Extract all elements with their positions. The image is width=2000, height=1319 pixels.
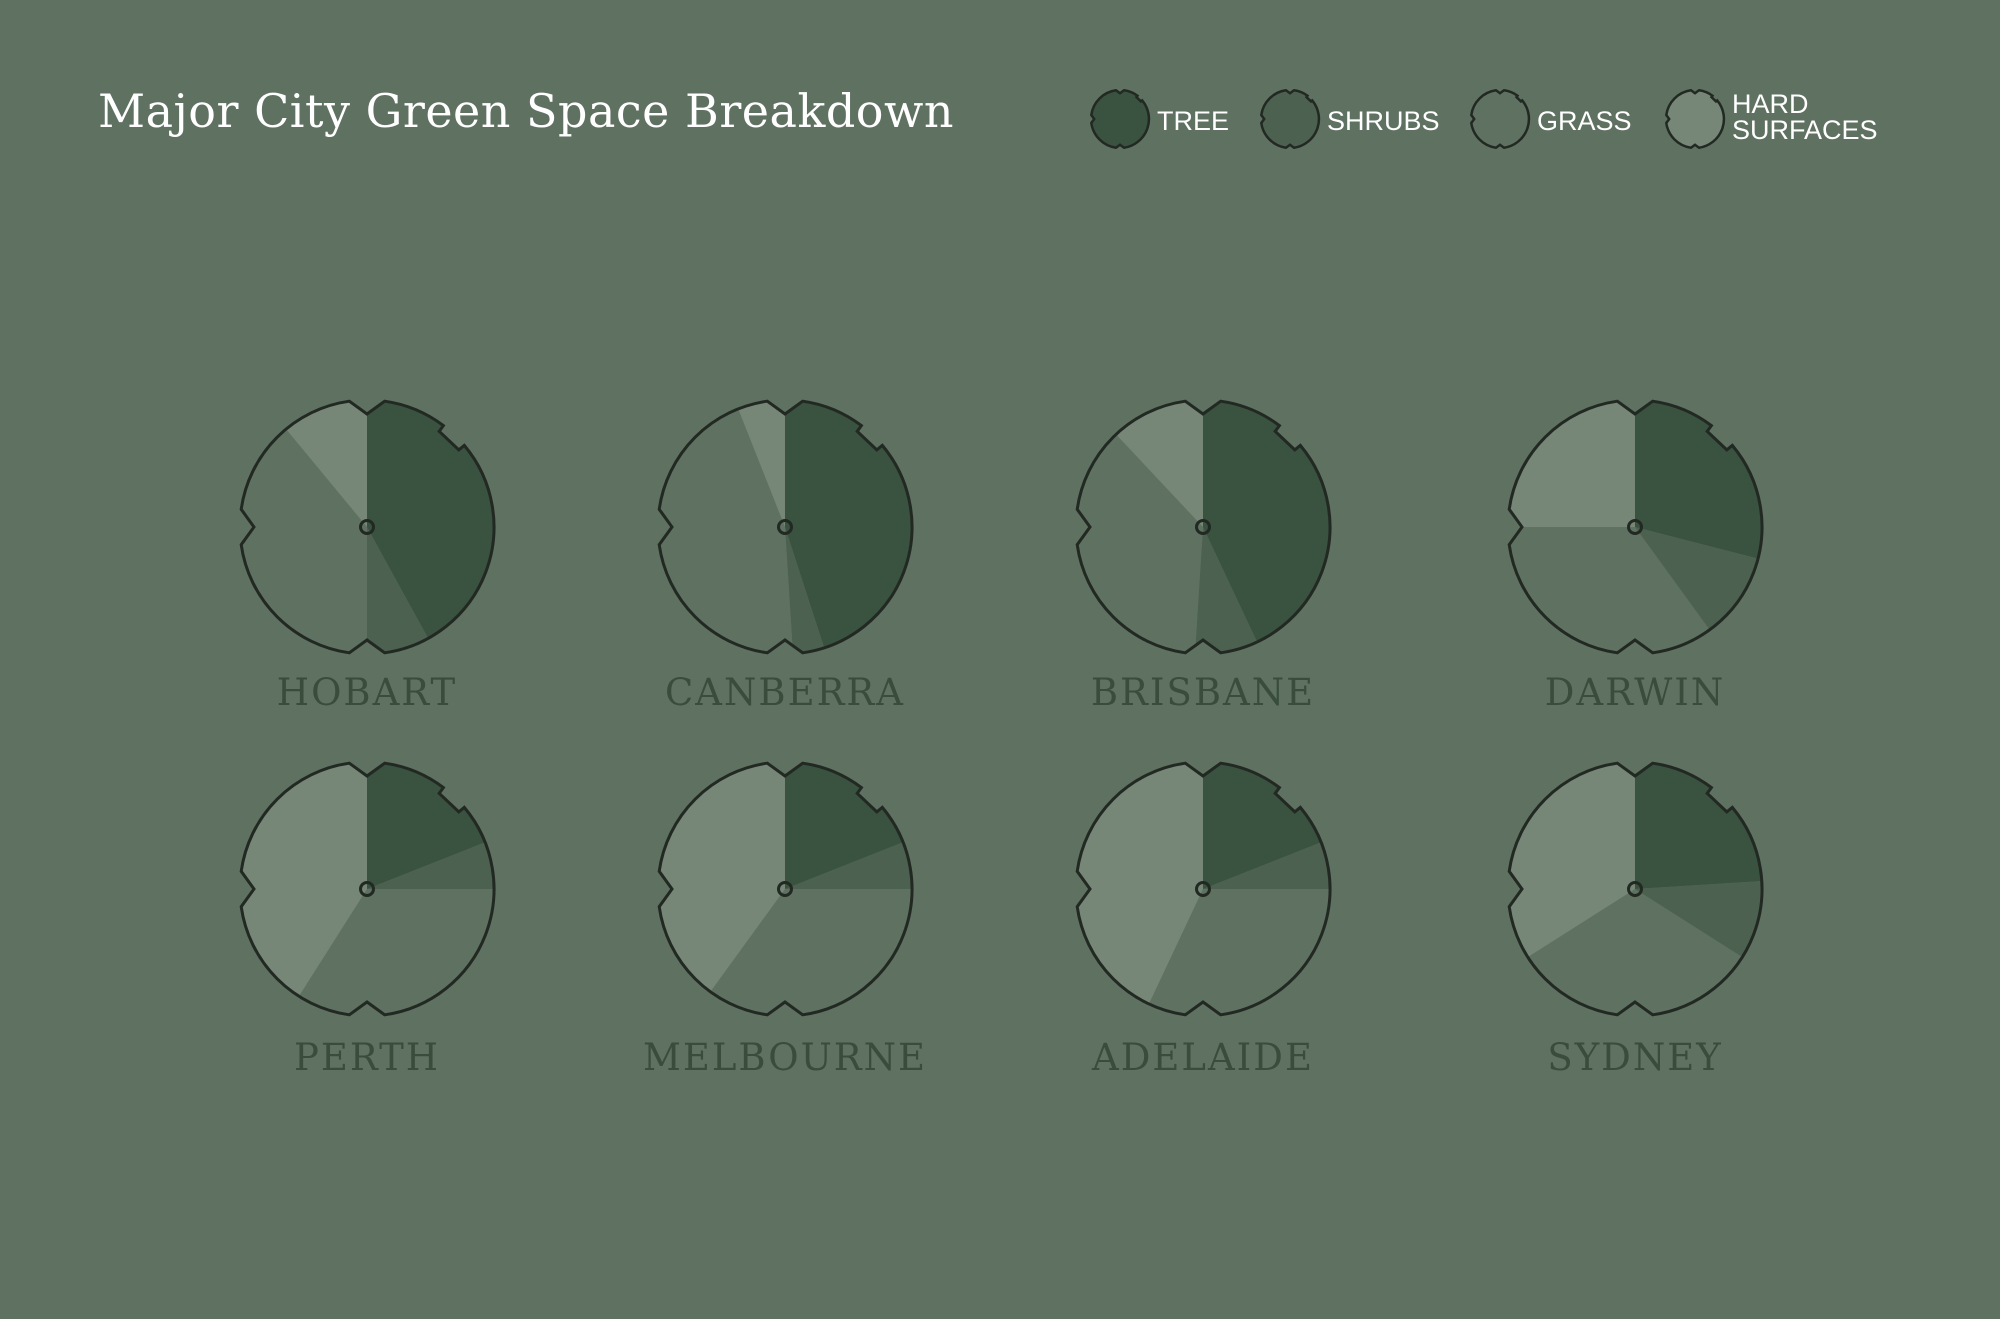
legend-item-tree: TREE	[1089, 88, 1229, 150]
city-label-perth: PERTH	[294, 1036, 440, 1079]
chart-canvas: TREE SHRUBS GRASS HARD SURFACES HOBART CANBER…	[239, 88, 1878, 1079]
pie-canberra	[657, 399, 914, 655]
legend-item-shrubs: SHRUBS	[1259, 88, 1440, 150]
city-label-melbourne: MELBOURNE	[643, 1036, 927, 1079]
pie-hobart	[239, 399, 496, 655]
legend-label: TREE	[1157, 106, 1229, 136]
pie-melbourne	[657, 761, 914, 1017]
pie-perth	[239, 761, 496, 1017]
city-label-brisbane: BRISBANE	[1091, 671, 1315, 714]
legend-label: SHRUBS	[1327, 106, 1440, 136]
pie-brisbane	[1075, 399, 1332, 655]
pie-darwin	[1507, 399, 1764, 655]
slice-hard-surfaces	[1509, 401, 1635, 527]
legend-item-hard-surfaces: HARD SURFACES	[1664, 88, 1878, 150]
slice-tree	[1635, 763, 1763, 889]
legend-item-grass: GRASS	[1469, 88, 1632, 150]
pie-grid: HOBART CANBERRA BRISBANE DARWIN PERTH MELBOUR…	[239, 399, 1764, 1079]
city-label-sydney: SYDNEY	[1547, 1036, 1722, 1079]
legend-label: HARD SURFACES	[1732, 89, 1878, 145]
city-label-hobart: HOBART	[277, 671, 457, 714]
city-label-adelaide: ADELAIDE	[1091, 1036, 1314, 1079]
city-label-canberra: CANBERRA	[665, 671, 905, 714]
pie-adelaide	[1075, 761, 1332, 1017]
pie-sydney	[1507, 761, 1764, 1017]
city-label-darwin: DARWIN	[1545, 671, 1725, 714]
legend: TREE SHRUBS GRASS HARD SURFACES	[1089, 88, 1878, 150]
chart-stage: Major City Green Space Breakdown TREE SHR…	[0, 0, 2000, 1319]
legend-label: GRASS	[1537, 106, 1632, 136]
